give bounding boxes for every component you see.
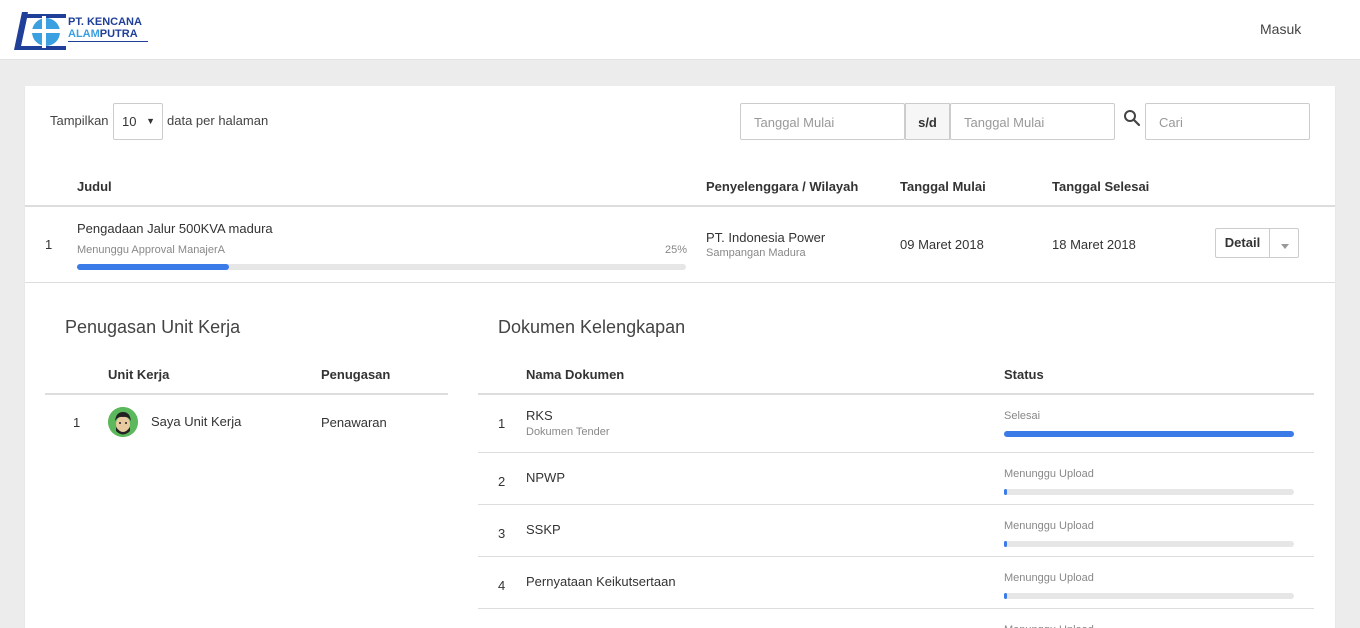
logo-line1: PT. KENCANA [68,16,142,28]
per-page-suffix: data per halaman [167,113,269,128]
row-organizer: PT. Indonesia Power [706,230,826,245]
col-tanggal-mulai[interactable]: Tanggal Mulai [900,179,986,194]
date-start-input[interactable]: Tanggal Mulai [740,103,905,140]
detail-button-group: Detail [1215,228,1299,258]
search-input[interactable]: Cari [1145,103,1310,140]
row-divider [478,556,1314,557]
documents-header-divider [478,393,1314,395]
document-name: Pernyataan Keikutsertaan [526,574,676,589]
document-status: Menunggu Upload [1004,520,1094,532]
login-link[interactable]: Masuk [1260,21,1301,37]
row-status: Menunggu Approval ManajerA [77,244,225,256]
document-status: Menunggu Upload [1004,624,1094,628]
row-divider [478,452,1314,453]
main-card: Tampilkan 10 ▼ data per halaman Tanggal … [25,86,1335,628]
detail-button[interactable]: Detail [1216,229,1270,257]
document-subtitle: Dokumen Tender [526,426,610,438]
row-end-date: 18 Maret 2018 [1052,237,1136,252]
col-status: Status [1004,367,1044,382]
assignment-number: 1 [73,415,81,430]
date-end-input[interactable]: Tanggal Mulai [950,103,1115,140]
assignment-header-divider [45,393,448,395]
document-progress-bar [1004,541,1294,547]
caret-down-icon: ▼ [146,116,155,126]
assignment-task: Penawaran [321,415,387,430]
per-page-value: 10 [122,114,137,129]
document-number: 1 [498,416,506,431]
document-progress-fill [1004,489,1007,495]
avatar [108,407,138,437]
document-number: 4 [498,578,506,593]
row-progress-bar [77,264,686,270]
col-nama-dokumen: Nama Dokumen [526,367,625,382]
row-progress-fill [77,264,230,270]
row-start-date: 09 Maret 2018 [900,237,984,252]
col-tanggal-selesai[interactable]: Tanggal Selesai [1052,179,1149,194]
row-divider [478,504,1314,505]
col-unit-kerja: Unit Kerja [108,367,170,382]
caret-down-icon [1281,244,1289,249]
document-progress-bar [1004,593,1294,599]
document-number: 2 [498,474,506,489]
document-progress-fill [1004,431,1294,437]
logo-underline [68,41,148,42]
user-avatar-icon [108,407,138,437]
per-page-select[interactable]: 10 ▼ [113,103,163,140]
document-status: Menunggu Upload [1004,572,1094,584]
row-progress-label: 25% [665,244,688,256]
date-separator: s/d [905,103,950,140]
company-logo[interactable]: PT. KENCANA ALAMPUTRA [12,10,152,52]
col-judul[interactable]: Judul [77,179,112,194]
detail-dropdown-toggle[interactable] [1271,229,1299,257]
document-name: NPWP [526,470,565,485]
logo-line2: ALAMPUTRA [68,28,138,40]
document-progress-bar [1004,489,1294,495]
document-progress-fill [1004,541,1007,547]
top-navbar: PT. KENCANA ALAMPUTRA Masuk [0,0,1360,60]
row-divider [478,608,1314,609]
logo-emblem-icon [14,12,66,50]
header-divider [25,205,1335,207]
search-icon[interactable] [1123,109,1141,127]
show-label: Tampilkan [50,113,109,128]
row-number: 1 [45,237,53,252]
document-status: Menunggu Upload [1004,468,1094,480]
col-penyelenggara[interactable]: Penyelenggara / Wilayah [706,179,858,194]
row-title[interactable]: Pengadaan Jalur 500KVA madura [77,221,273,236]
document-status: Selesai [1004,410,1041,422]
row-divider [25,282,1335,283]
col-penugasan: Penugasan [321,367,391,382]
assignment-unit: Saya Unit Kerja [151,414,242,429]
document-number: 3 [498,526,506,541]
document-name: SSKP [526,522,561,537]
document-progress-fill [1004,593,1007,599]
document-name: RKS [526,408,553,423]
assignment-title: Penugasan Unit Kerja [65,317,241,337]
row-region: Sampangan Madura [706,247,806,259]
document-progress-bar [1004,431,1294,437]
documents-title: Dokumen Kelengkapan [498,317,686,337]
